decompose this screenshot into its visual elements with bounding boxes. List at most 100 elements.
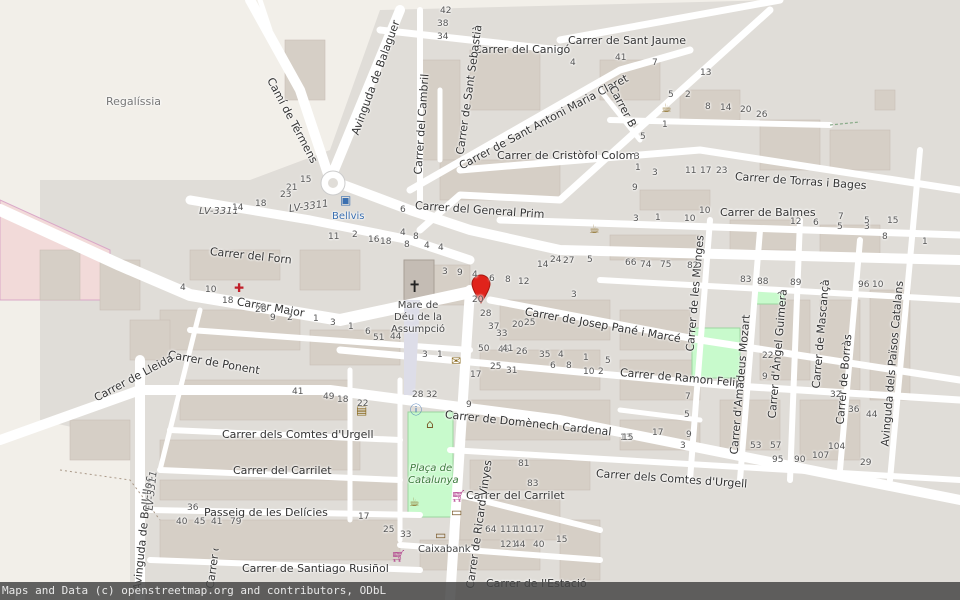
- house-number: 10: [699, 206, 711, 216]
- house-number: 17: [700, 166, 712, 176]
- house-number: 74: [640, 260, 652, 270]
- house-number: 9: [466, 400, 472, 410]
- house-number: 9: [632, 183, 638, 193]
- house-number: 10: [205, 285, 217, 295]
- house-number: 20: [740, 105, 752, 115]
- bank-icon[interactable]: ▭: [435, 528, 446, 542]
- church-label: Mare de Déu de la Assumpció: [390, 300, 446, 335]
- house-number: 28: [255, 305, 267, 315]
- house-number: 25: [383, 525, 395, 535]
- house-number: 7: [652, 58, 658, 68]
- house-number: 18: [380, 237, 392, 247]
- info-icon[interactable]: ⓘ: [410, 403, 422, 417]
- house-number: 51: [373, 333, 385, 343]
- house-number: 5: [837, 222, 843, 232]
- house-number: 4: [180, 283, 186, 293]
- house-number: 9: [457, 268, 463, 278]
- house-number: 28: [480, 309, 492, 319]
- house-number: 36: [187, 503, 199, 513]
- atm-icon[interactable]: ▭: [451, 505, 462, 519]
- house-number: 20: [472, 295, 484, 305]
- house-number: 26: [516, 347, 528, 357]
- house-number: 11: [328, 232, 340, 242]
- bus-stop-icon[interactable]: ▣: [340, 193, 351, 207]
- house-number: 3: [422, 350, 428, 360]
- house-number: 4: [438, 243, 444, 253]
- house-number: 4: [472, 270, 478, 280]
- house-number: 53: [750, 441, 762, 451]
- house-number: 41: [502, 344, 514, 354]
- house-number: 10: [872, 280, 884, 290]
- pharmacy-icon[interactable]: ✚: [234, 281, 244, 295]
- house-number: 1: [583, 353, 589, 363]
- area-label-regalissia: Regalíssia: [106, 95, 162, 108]
- house-number: 64: [485, 525, 497, 535]
- house-number: 9: [686, 430, 692, 440]
- house-number: 1: [922, 237, 928, 247]
- house-number: 57: [770, 441, 782, 451]
- house-number: 14: [232, 203, 244, 213]
- house-number: 90: [794, 455, 806, 465]
- house-number: 4: [570, 58, 576, 68]
- house-number: 33: [496, 329, 508, 339]
- post-office-icon[interactable]: ✉: [451, 354, 461, 368]
- street-label-comtes-1: Carrer dels Comtes d'Urgell: [222, 428, 374, 441]
- street-label-sant-jaume: Carrer de Sant Jaume: [568, 34, 687, 47]
- house-number: 13: [700, 68, 712, 78]
- house-number: 41: [211, 517, 223, 527]
- house-number: 1: [313, 314, 319, 324]
- church-icon[interactable]: ✝: [408, 279, 421, 295]
- house-number: 6: [813, 218, 819, 228]
- house-number: 14: [537, 260, 549, 270]
- house-number: 18: [222, 296, 234, 306]
- house-number: 4: [400, 228, 406, 238]
- house-number: 18: [337, 395, 349, 405]
- street-label-colom: Carrer de Cristòfol Colom: [497, 149, 637, 162]
- cafe-icon-south[interactable]: ☕: [409, 495, 420, 509]
- house-number: 9: [762, 372, 768, 382]
- map-canvas[interactable]: Regalíssia Carrer del Canigó Carrer de S…: [0, 0, 960, 600]
- house-number: 41: [292, 387, 304, 397]
- house-number: 5: [587, 255, 593, 265]
- house-number: 1: [655, 213, 661, 223]
- house-number: 3: [442, 267, 448, 277]
- cafe-icon-central[interactable]: ☕: [589, 222, 600, 236]
- house-number: 16: [368, 235, 380, 245]
- cafe-icon-north[interactable]: ☕: [661, 101, 672, 115]
- house-number: 34: [437, 32, 449, 42]
- street-label-delicies: Passeig de les Delícies: [204, 506, 328, 519]
- house-number: 10: [583, 367, 595, 377]
- house-number: 17: [470, 370, 482, 380]
- house-number: 5: [684, 410, 690, 420]
- house-number: 82: [687, 261, 699, 271]
- house-number: 66: [625, 258, 637, 268]
- house-number: 6: [489, 274, 495, 284]
- house-number: 8: [505, 275, 511, 285]
- town-hall-icon[interactable]: ⌂: [426, 417, 434, 431]
- house-number: 6: [550, 361, 556, 371]
- house-number: 5: [640, 132, 646, 142]
- house-number: 8: [566, 361, 572, 371]
- house-number: 49: [323, 392, 335, 402]
- house-number: 2: [598, 367, 604, 377]
- house-number: 17: [652, 428, 664, 438]
- house-number: 8: [404, 240, 410, 250]
- shop-icon-cart-south[interactable]: 🛒︎: [391, 549, 406, 563]
- shop-icon-cart[interactable]: 🛒︎: [451, 489, 466, 503]
- house-number: 33: [400, 530, 412, 540]
- house-number: 24: [550, 255, 562, 265]
- square-label: Plaça de Catalunya: [408, 463, 459, 486]
- house-number: 41: [615, 53, 627, 63]
- house-number: 20: [512, 320, 524, 330]
- house-number: 8: [882, 232, 888, 242]
- house-number: 95: [772, 455, 784, 465]
- house-number: 35: [539, 350, 551, 360]
- street-label-rusinol: Carrer de Santiago Rusiñol: [242, 562, 389, 575]
- house-number: 40: [533, 540, 545, 550]
- house-number: 36: [848, 405, 860, 415]
- house-number: 3: [633, 214, 639, 224]
- house-number: 3: [571, 290, 577, 300]
- house-number: 23: [716, 166, 728, 176]
- house-number: 15: [556, 535, 568, 545]
- house-number: 45: [194, 517, 206, 527]
